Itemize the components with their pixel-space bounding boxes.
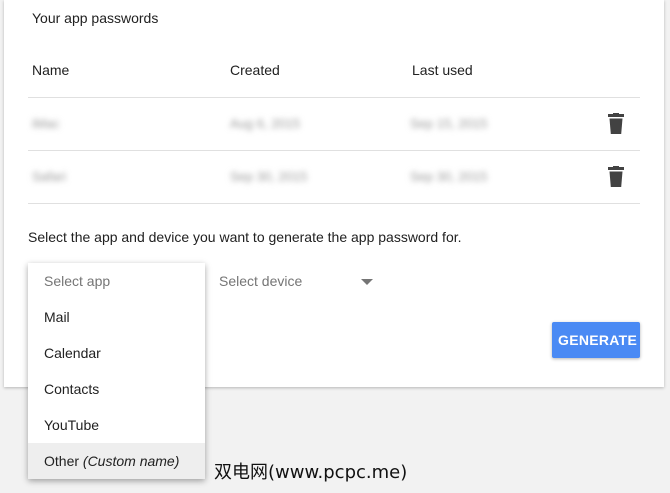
app-password-name: Safari	[32, 169, 66, 184]
app-password-created: Sep 30, 2015	[230, 169, 308, 184]
app-password-last-used: Sep 15, 2015	[410, 116, 488, 131]
column-header-last-used: Last used	[412, 62, 473, 78]
dropdown-option-mail[interactable]: Mail	[28, 299, 205, 335]
dropdown-option-other[interactable]: Other (Custom name)	[28, 443, 205, 479]
column-header-name: Name	[32, 62, 70, 78]
caret-down-icon	[361, 279, 373, 285]
app-password-name: iMac	[32, 116, 60, 131]
trash-icon[interactable]	[606, 113, 626, 135]
dropdown-option-label: Contacts	[44, 381, 100, 397]
other-label: Other	[44, 453, 80, 469]
watermark: 双电网(www.pcpc.me)	[214, 462, 408, 483]
dropdown-option-label: YouTube	[44, 417, 100, 433]
section-title: Your app passwords	[32, 10, 159, 26]
select-device-label: Select device	[219, 273, 303, 289]
select-device-dropdown[interactable]: Select device	[219, 263, 379, 299]
dropdown-placeholder-select-app[interactable]: Select app	[28, 263, 205, 299]
app-password-created: Aug 6, 2015	[230, 116, 301, 131]
dropdown-option-label: Other (Custom name)	[44, 453, 179, 469]
column-header-created: Created	[230, 62, 280, 78]
generate-button[interactable]: GENERATE	[552, 322, 640, 358]
select-app-dropdown-menu: Select app Mail Calendar Contacts YouTub…	[28, 263, 205, 479]
dropdown-option-label: Calendar	[44, 345, 101, 361]
table-row: iMac Aug 6, 2015 Sep 15, 2015	[4, 98, 664, 150]
dropdown-option-contacts[interactable]: Contacts	[28, 371, 205, 407]
trash-icon[interactable]	[606, 166, 626, 188]
app-password-last-used: Sep 30, 2015	[410, 169, 488, 184]
dropdown-option-label: Mail	[44, 309, 70, 325]
generator-instructions: Select the app and device you want to ge…	[28, 229, 462, 245]
table-row: Safari Sep 30, 2015 Sep 30, 2015	[4, 151, 664, 203]
dropdown-option-youtube[interactable]: YouTube	[28, 407, 205, 443]
dropdown-placeholder-label: Select app	[44, 273, 111, 289]
dropdown-option-calendar[interactable]: Calendar	[28, 335, 205, 371]
row-divider	[28, 203, 640, 204]
custom-name-hint: (Custom name)	[82, 453, 180, 469]
